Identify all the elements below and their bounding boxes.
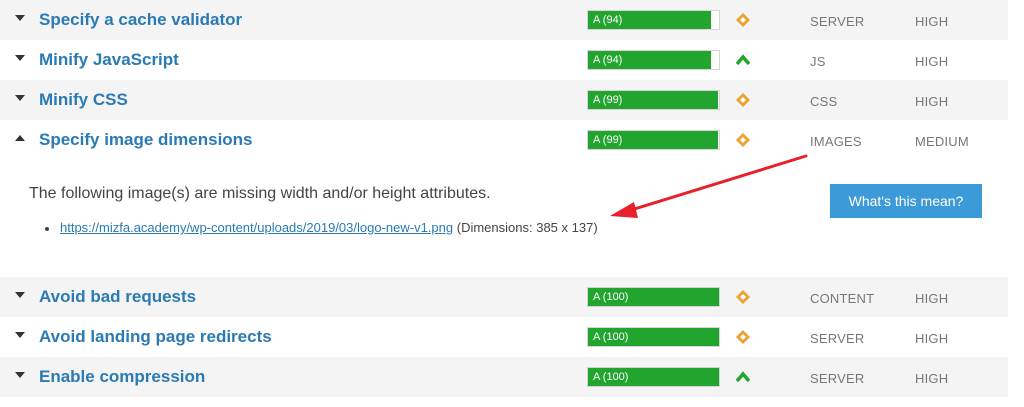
rule-type: SERVER (810, 371, 865, 386)
rule-name[interactable]: Avoid landing page redirects (39, 327, 272, 347)
priority-diamond-icon (735, 12, 751, 28)
rule-name[interactable]: Minify JavaScript (39, 50, 179, 70)
rule-name[interactable]: Specify image dimensions (39, 130, 253, 150)
grade-bar: A (100) (587, 287, 720, 307)
grade-label: A (100) (593, 291, 629, 303)
grade-label: A (94) (593, 14, 623, 26)
rule-impact: HIGH (915, 94, 949, 109)
collapse-toggle-icon[interactable] (14, 133, 30, 147)
rule-name[interactable]: Enable compression (39, 367, 205, 387)
grade-bar: A (99) (587, 90, 720, 110)
rule-detail-panel: The following image(s) are missing width… (0, 160, 1008, 277)
grade-label: A (99) (593, 94, 623, 106)
rule-type: JS (810, 54, 826, 69)
rule-type: IMAGES (810, 134, 862, 149)
priority-diamond-icon (735, 132, 751, 148)
priority-chevron-up-icon (735, 52, 751, 68)
whats-this-mean-button[interactable]: What's this mean? (830, 184, 982, 218)
rule-impact: HIGH (915, 54, 949, 69)
image-url-link[interactable]: https://mizfa.academy/wp-content/uploads… (60, 220, 453, 235)
expand-toggle-icon[interactable] (14, 53, 30, 67)
rule-row-cache-validator[interactable]: Specify a cache validator A (94) SERVER … (0, 0, 1008, 40)
expand-toggle-icon[interactable] (14, 330, 30, 344)
rule-impact: HIGH (915, 291, 949, 306)
image-dimensions-note: (Dimensions: 385 x 137) (456, 220, 598, 235)
expand-toggle-icon[interactable] (14, 93, 30, 107)
detail-description: The following image(s) are missing width… (29, 185, 491, 202)
grade-bar: A (100) (587, 327, 720, 347)
rule-type: SERVER (810, 331, 865, 346)
rule-name[interactable]: Specify a cache validator (39, 10, 242, 30)
list-item: https://mizfa.academy/wp-content/uploads… (45, 220, 598, 235)
rule-row-minify-css[interactable]: Minify CSS A (99) CSS HIGH (0, 80, 1008, 120)
priority-diamond-icon (735, 289, 751, 305)
rule-row-landing-redirects[interactable]: Avoid landing page redirects A (100) SER… (0, 317, 1008, 357)
rule-row-compression[interactable]: Enable compression A (100) SERVER HIGH (0, 357, 1008, 397)
priority-diamond-icon (735, 92, 751, 108)
rule-type: CSS (810, 94, 838, 109)
rule-impact: HIGH (915, 371, 949, 386)
grade-label: A (99) (593, 134, 623, 146)
priority-chevron-up-icon (735, 369, 751, 385)
priority-diamond-icon (735, 329, 751, 345)
grade-bar: A (99) (587, 130, 720, 150)
rule-row-bad-requests[interactable]: Avoid bad requests A (100) CONTENT HIGH (0, 277, 1008, 317)
rule-name[interactable]: Avoid bad requests (39, 287, 196, 307)
grade-bar: A (94) (587, 10, 720, 30)
rule-type: SERVER (810, 14, 865, 29)
expand-toggle-icon[interactable] (14, 290, 30, 304)
rule-type: CONTENT (810, 291, 875, 306)
rule-impact: HIGH (915, 14, 949, 29)
grade-label: A (100) (593, 371, 629, 383)
grade-label: A (100) (593, 331, 629, 343)
rule-impact: HIGH (915, 331, 949, 346)
detail-list: https://mizfa.academy/wp-content/uploads… (45, 220, 598, 235)
grade-bar: A (94) (587, 50, 720, 70)
rule-row-minify-js[interactable]: Minify JavaScript A (94) JS HIGH (0, 40, 1008, 80)
rule-impact: MEDIUM (915, 134, 969, 149)
grade-label: A (94) (593, 54, 623, 66)
grade-bar: A (100) (587, 367, 720, 387)
expand-toggle-icon[interactable] (14, 370, 30, 384)
rule-row-image-dimensions[interactable]: Specify image dimensions A (99) IMAGES M… (0, 120, 1008, 160)
rule-name[interactable]: Minify CSS (39, 90, 128, 110)
rules-table: Specify a cache validator A (94) SERVER … (0, 0, 1024, 397)
expand-toggle-icon[interactable] (14, 13, 30, 27)
